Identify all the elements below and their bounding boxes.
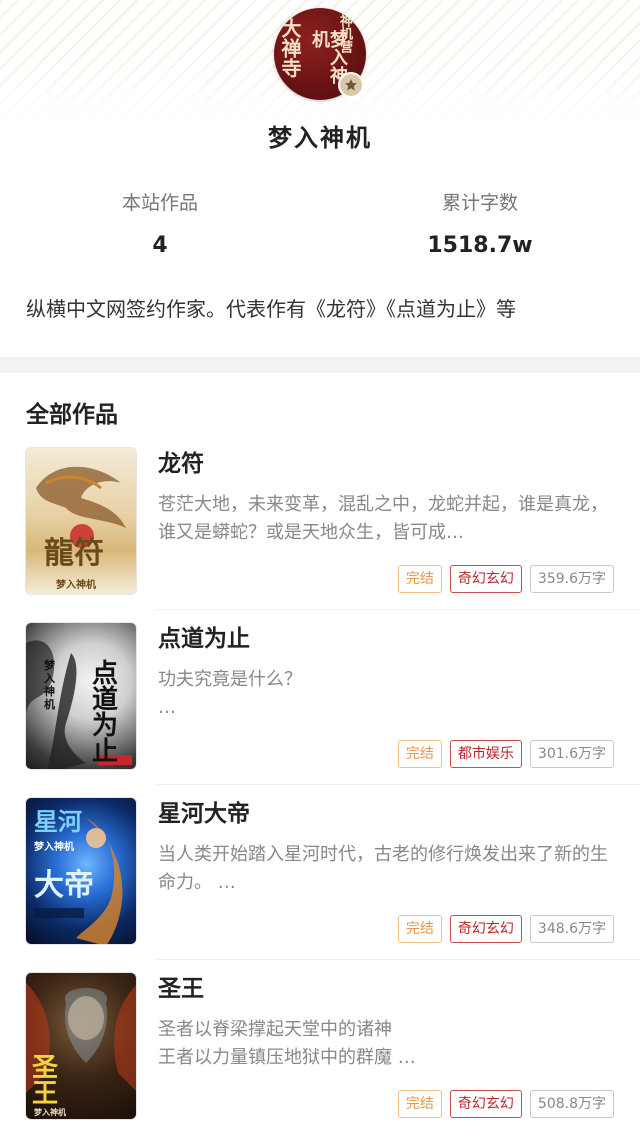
word-count-badge: 301.6万字 <box>529 740 614 768</box>
book-title[interactable]: 星河大帝 <box>158 799 250 829</box>
book-description: 当人类开始踏入星河时代，古老的修行焕发出来了新的生命力。 … <box>158 844 608 893</box>
status-badge: 完结 <box>397 740 442 768</box>
genre-badge[interactable]: 奇幻玄幻 <box>449 1090 522 1118</box>
cover-title: 龍符 <box>44 536 104 571</box>
author-name: 梦入神机 <box>268 124 372 152</box>
avatar-calligraphy: 神机营 <box>337 14 352 53</box>
book-cover[interactable]: 圣王 梦入神机 <box>25 972 137 1120</box>
cover-author: 梦入神机 <box>44 659 55 711</box>
word-count-badge: 348.6万字 <box>529 915 614 943</box>
stat-value: 1518.7w <box>427 233 533 258</box>
genre-badge[interactable]: 都市娱乐 <box>449 740 522 768</box>
book-item[interactable]: 星河 梦入神机 大帝 星河大帝 当人类开始踏入星河时代，古老的修行焕发出来了新的… <box>0 797 640 972</box>
book-item[interactable]: 点道为止 梦入神机 点道为止 功夫究竟是什么？ … 完结 都市娱乐 301.6万… <box>0 622 640 797</box>
stat-label: 累计字数 <box>441 192 518 214</box>
word-count-badge: 508.8万字 <box>529 1090 614 1118</box>
section-divider <box>0 357 640 373</box>
book-tags: 完结 奇幻玄幻 348.6万字 <box>397 915 614 943</box>
book-description: 苍茫大地，未来变革，混乱之中，龙蛇并起，谁是真龙，谁又是蟒蛇？或是天地众生，皆可… <box>158 494 608 543</box>
cover-title: 大帝 <box>34 868 94 903</box>
cover-title: 点道为止 <box>92 659 119 767</box>
cover-author: 梦入神机 <box>56 580 96 591</box>
row-divider <box>155 959 640 960</box>
status-badge: 完结 <box>397 1090 442 1118</box>
book-title[interactable]: 点道为止 <box>158 624 250 654</box>
stat-works: 本站作品 4 <box>0 190 320 259</box>
stat-word-count: 累计字数 1518.7w <box>320 190 640 259</box>
author-header: 大禅寺 梦入神机 神机营 梦入神机 本站作品 4 累计字数 1518.7w 纵横… <box>0 0 640 355</box>
cover-title: 圣王 <box>32 1053 59 1109</box>
section-title: 全部作品 <box>26 402 118 428</box>
genre-badge[interactable]: 奇幻玄幻 <box>449 565 522 593</box>
svg-text:星河: 星河 <box>34 807 82 836</box>
book-cover[interactable]: 星河 梦入神机 大帝 <box>25 797 137 945</box>
status-badge: 完结 <box>397 915 442 943</box>
row-divider <box>155 609 640 610</box>
word-count-badge: 359.6万字 <box>529 565 614 593</box>
book-description: 圣者以脊梁撑起天堂中的诸神 王者以力量镇压地狱中的群魔 … <box>158 1019 416 1068</box>
avatar-calligraphy: 大禅寺 <box>278 18 302 78</box>
book-item[interactable]: 龍符 梦入神机 龙符 苍茫大地，未来变革，混乱之中，龙蛇并起，谁是真龙，谁又是蟒… <box>0 447 640 622</box>
genre-badge[interactable]: 奇幻玄幻 <box>449 915 522 943</box>
book-cover[interactable]: 龍符 梦入神机 <box>25 447 137 595</box>
book-tags: 完结 都市娱乐 301.6万字 <box>397 740 614 768</box>
book-item[interactable]: 圣王 梦入神机 圣王 圣者以脊梁撑起天堂中的诸神 王者以力量镇压地狱中的群魔 …… <box>0 972 640 1131</box>
book-cover[interactable]: 点道为止 梦入神机 <box>25 622 137 770</box>
stat-value: 4 <box>152 233 168 258</box>
status-badge: 完结 <box>397 565 442 593</box>
verified-badge-icon <box>338 72 364 98</box>
book-description: 功夫究竟是什么？ … <box>158 669 302 718</box>
book-title[interactable]: 龙符 <box>158 449 204 479</box>
stat-label: 本站作品 <box>121 192 198 214</box>
cover-author: 梦入神机 <box>34 1107 66 1117</box>
book-title[interactable]: 圣王 <box>158 974 204 1004</box>
cover-author: 梦入神机 <box>34 842 74 853</box>
book-tags: 完结 奇幻玄幻 359.6万字 <box>397 565 614 593</box>
row-divider <box>155 784 640 785</box>
book-tags: 完结 奇幻玄幻 508.8万字 <box>397 1090 614 1118</box>
author-intro: 纵横中文网签约作家。代表作有《龙符》《点道为止》等 <box>26 297 516 321</box>
